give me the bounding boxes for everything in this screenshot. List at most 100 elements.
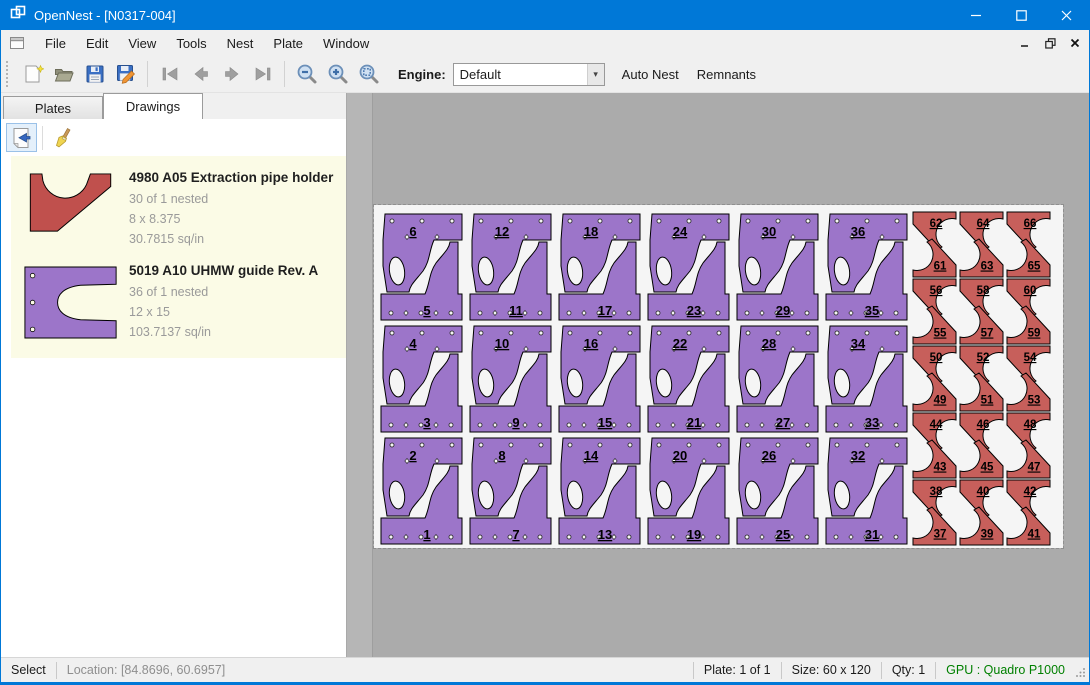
drill-hole	[656, 535, 660, 539]
part-number: 47	[1028, 462, 1041, 474]
clear-drawings-button[interactable]	[48, 123, 79, 152]
purple-pair[interactable]: 1817	[559, 214, 640, 320]
part-number: 3	[423, 415, 430, 430]
red-pair[interactable]: 4443	[913, 413, 956, 478]
broom-icon	[52, 126, 76, 150]
purple-pair[interactable]: 1413	[559, 438, 640, 544]
red-pair[interactable]: 6059	[1007, 279, 1050, 344]
purple-pair[interactable]: 2221	[648, 326, 729, 432]
red-pair[interactable]: 5453	[1007, 346, 1050, 411]
purple-pair[interactable]: 2423	[648, 214, 729, 320]
red-pair[interactable]: 3837	[913, 480, 956, 545]
menu-nest[interactable]: Nest	[217, 32, 264, 55]
part-number: 30	[762, 224, 776, 239]
purple-pair[interactable]: 3231	[826, 438, 907, 544]
purple-pair[interactable]: 2827	[737, 326, 818, 432]
save-as-icon	[115, 63, 137, 85]
tab-plates[interactable]: Plates	[3, 96, 103, 119]
import-drawing-button[interactable]	[6, 123, 37, 152]
part-number: 21	[687, 415, 701, 430]
mdi-restore-icon[interactable]	[1039, 33, 1061, 53]
zoom-out-button[interactable]	[291, 60, 322, 89]
red-pair[interactable]: 5251	[960, 346, 1003, 411]
drill-hole	[716, 535, 720, 539]
mdi-close-icon[interactable]	[1064, 33, 1086, 53]
drill-hole	[420, 443, 424, 447]
red-pair[interactable]: 4847	[1007, 413, 1050, 478]
menu-window[interactable]: Window	[313, 32, 379, 55]
zoom-fit-button[interactable]	[353, 60, 384, 89]
menu-edit[interactable]: Edit	[76, 32, 118, 55]
last-plate-button[interactable]	[247, 60, 278, 89]
purple-pair[interactable]: 2019	[648, 438, 729, 544]
auto-nest-button[interactable]: Auto Nest	[613, 61, 688, 88]
close-icon[interactable]	[1044, 0, 1089, 30]
part-number: 60	[1024, 285, 1037, 297]
engine-select[interactable]: Default ▾	[453, 63, 605, 86]
previous-plate-button[interactable]	[185, 60, 216, 89]
first-plate-button[interactable]	[154, 60, 185, 89]
chevron-down-icon[interactable]: ▾	[587, 64, 604, 85]
new-button[interactable]	[17, 60, 48, 89]
next-plate-button[interactable]	[216, 60, 247, 89]
mdi-document-icon[interactable]	[9, 35, 25, 51]
purple-pair[interactable]: 87	[470, 438, 551, 544]
red-pair[interactable]: 5655	[913, 279, 956, 344]
purple-pair[interactable]: 65	[381, 214, 462, 320]
purple-pair[interactable]: 109	[470, 326, 551, 432]
red-pair[interactable]: 6463	[960, 212, 1003, 277]
drill-hole	[479, 219, 483, 223]
minimize-icon[interactable]	[954, 0, 999, 30]
purple-pair[interactable]: 3433	[826, 326, 907, 432]
drill-hole	[568, 219, 572, 223]
purple-pair[interactable]: 43	[381, 326, 462, 432]
open-button[interactable]	[48, 60, 79, 89]
zoom-in-button[interactable]	[322, 60, 353, 89]
red-pair[interactable]: 5857	[960, 279, 1003, 344]
status-bar: Select Location: [84.8696, 60.6957] Plat…	[1, 657, 1089, 682]
purple-pair[interactable]: 2625	[737, 438, 818, 544]
purple-pair[interactable]: 21	[381, 438, 462, 544]
menu-view[interactable]: View	[118, 32, 166, 55]
drill-hole	[746, 443, 750, 447]
parts-list: 4980 A05 Extraction pipe holder 30 of 1 …	[11, 156, 346, 358]
drill-hole	[895, 443, 899, 447]
menu-tools[interactable]: Tools	[166, 32, 216, 55]
purple-pair[interactable]: 3029	[737, 214, 818, 320]
drill-hole	[657, 443, 661, 447]
drill-hole	[806, 331, 810, 335]
part-number: 10	[495, 336, 509, 351]
red-pair[interactable]: 5049	[913, 346, 956, 411]
red-pair[interactable]: 6261	[913, 212, 956, 277]
remnants-button[interactable]: Remnants	[688, 61, 765, 88]
window-title: OpenNest - [N0317-004]	[34, 8, 176, 23]
main-toolbar: Engine: Default ▾ Auto Nest Remnants	[1, 56, 1089, 93]
drill-hole	[745, 423, 749, 427]
red-pair[interactable]: 4645	[960, 413, 1003, 478]
red-pair[interactable]: 4039	[960, 480, 1003, 545]
drill-hole	[390, 219, 394, 223]
tab-drawings[interactable]: Drawings	[103, 93, 203, 119]
resize-grip-icon[interactable]	[1075, 660, 1089, 680]
list-item[interactable]: 4980 A05 Extraction pipe holder 30 of 1 …	[17, 162, 342, 255]
save-button[interactable]	[79, 60, 110, 89]
drill-hole	[865, 219, 869, 223]
red-pair[interactable]: 6665	[1007, 212, 1050, 277]
purple-pair[interactable]: 1211	[470, 214, 551, 320]
menu-file[interactable]: File	[35, 32, 76, 55]
menu-plate[interactable]: Plate	[263, 32, 313, 55]
toolbar-grip[interactable]	[6, 61, 13, 87]
save-as-button[interactable]	[110, 60, 141, 89]
part-number: 32	[851, 448, 865, 463]
maximize-icon[interactable]	[999, 0, 1044, 30]
nest-canvas[interactable]: 6512111817242330293635431091615222128273…	[347, 93, 1089, 657]
list-item[interactable]: 5019 A10 UHMW guide Rev. A 36 of 1 neste…	[17, 255, 342, 348]
purple-pair[interactable]: 3635	[826, 214, 907, 320]
red-pair[interactable]: 4241	[1007, 480, 1050, 545]
purple-pair[interactable]: 1615	[559, 326, 640, 432]
drill-hole	[627, 423, 631, 427]
part-number: 41	[1028, 529, 1041, 541]
mdi-minimize-icon[interactable]	[1014, 33, 1036, 53]
previous-arrow-icon	[190, 63, 212, 85]
part-number: 52	[977, 352, 990, 364]
